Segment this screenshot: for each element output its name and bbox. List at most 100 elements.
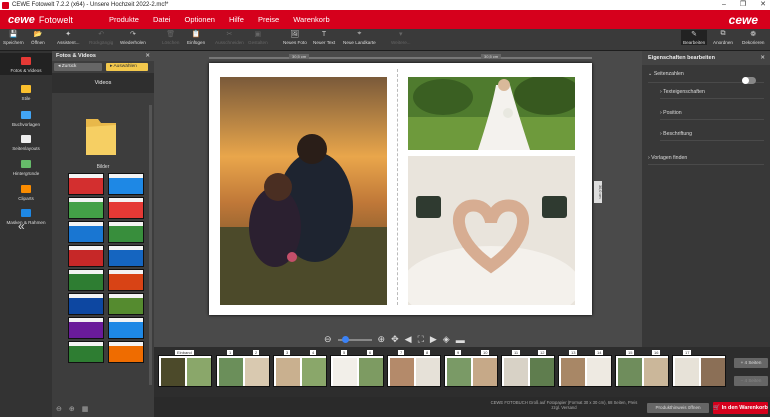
rail-hintergründe[interactable]: Hintergründe: [0, 156, 52, 178]
video-thumbnail[interactable]: [68, 221, 104, 243]
toolbar-design-button[interactable]: ▣ Gestalten: [248, 30, 268, 45]
toolbar-label: Rückgängig: [89, 40, 114, 45]
toolbar-redo-button[interactable]: ↷ Wiederholen: [120, 30, 146, 45]
rail-cliparts[interactable]: Cliparts: [0, 181, 52, 203]
close-icon[interactable]: ✕: [145, 51, 150, 61]
section-seitenzahlen[interactable]: ⌄ Seitenzahlen: [648, 71, 764, 84]
zoom-slider-knob[interactable]: [341, 335, 349, 343]
toolbar-save-button[interactable]: 💾 Speichern: [3, 30, 24, 45]
rail-stile[interactable]: Stile: [0, 81, 52, 103]
page-thumb[interactable]: 15 16: [615, 350, 669, 387]
toolbar-photo-button[interactable]: 🖼 Neues Foto: [283, 30, 307, 45]
page-thumb[interactable]: 11 12: [501, 350, 555, 387]
page-thumb-cover[interactable]: Einband: [158, 350, 212, 387]
video-thumbnail[interactable]: [108, 197, 144, 219]
menu-preise[interactable]: Preise: [258, 15, 279, 24]
rail-fotos-videos[interactable]: Fotos & Videos: [0, 53, 52, 75]
video-thumbnail[interactable]: [108, 293, 144, 315]
toolbar-edit-button[interactable]: ✎ Bearbeiten: [681, 30, 708, 45]
panel-scrollbar[interactable]: [149, 105, 152, 385]
video-thumbnail[interactable]: [68, 269, 104, 291]
page-number: 3: [284, 350, 291, 355]
add-to-cart-button[interactable]: 🛒 In den Warenkorb: [713, 402, 768, 414]
toolbar-cut-button[interactable]: ✂ Ausschneiden: [215, 30, 244, 45]
toolbar-delete-button[interactable]: 🗑 Löschen: [162, 30, 179, 45]
video-thumbnail[interactable]: [68, 317, 104, 339]
video-thumbnail[interactable]: [68, 245, 104, 267]
preview-icon[interactable]: ◈: [443, 334, 450, 345]
prev-page-icon[interactable]: ◀: [405, 334, 412, 345]
toolbar-map-button[interactable]: ⌖ Neue Landkarte: [343, 30, 376, 45]
page-number: 4: [310, 350, 317, 355]
view-grid-icon[interactable]: ▦: [82, 405, 89, 413]
add-pages-button[interactable]: + 4 Seiten: [734, 358, 768, 368]
toolbar-decorate-button[interactable]: ❁ Dekorieren: [740, 30, 766, 45]
couple-sunset-photo[interactable]: [220, 77, 387, 305]
heart-hands-photo[interactable]: [408, 156, 575, 305]
page-thumb[interactable]: 17: [672, 350, 726, 387]
video-thumbnail[interactable]: [108, 341, 144, 363]
video-thumbnail[interactable]: [108, 221, 144, 243]
remove-pages-button[interactable]: − 4 Seiten: [734, 376, 768, 386]
toolbar-wand-button[interactable]: ✦ Assistent...: [57, 30, 79, 45]
video-thumbnail[interactable]: [68, 197, 104, 219]
page-thumb[interactable]: 12: [216, 350, 270, 387]
page-thumb[interactable]: 13 14: [558, 350, 612, 387]
toolbar-more-button[interactable]: ▾ Weitere...: [391, 30, 411, 45]
zoom-in-icon[interactable]: ⊕: [69, 405, 75, 413]
menu-hilfe[interactable]: Hilfe: [229, 15, 244, 24]
back-button[interactable]: ◂ Zurück: [54, 63, 102, 71]
collapse-rail-icon[interactable]: «: [18, 219, 25, 233]
page-thumb[interactable]: 78: [387, 350, 441, 387]
close-icon[interactable]: ✕: [760, 51, 765, 65]
page-thumb[interactable]: 9 10: [444, 350, 498, 387]
page-number: 5: [341, 350, 348, 355]
video-thumbnail[interactable]: [68, 341, 104, 363]
tab-videos[interactable]: Videos: [52, 73, 154, 93]
bride-garden-photo[interactable]: [408, 77, 575, 150]
row-texteigenschaften[interactable]: › Texteigenschaften: [660, 85, 764, 99]
video-thumbnail[interactable]: [108, 317, 144, 339]
video-thumbnail[interactable]: [68, 293, 104, 315]
video-thumbnail[interactable]: [108, 173, 144, 195]
toolbar-open-button[interactable]: 📂 Öffnen: [31, 30, 45, 45]
maximize-button[interactable]: ❐: [740, 0, 746, 10]
seitenzahlen-toggle[interactable]: [742, 77, 756, 84]
book-spread[interactable]: [209, 63, 592, 315]
toolbar-undo-button[interactable]: ↶ Rückgängig: [89, 30, 113, 45]
toolbar-text-button[interactable]: T Neuer Text: [313, 30, 335, 46]
menu-optionen[interactable]: Optionen: [184, 15, 214, 24]
video-thumbnail[interactable]: [108, 245, 144, 267]
menu-warenkorb[interactable]: Warenkorb: [293, 15, 329, 24]
hand-icon[interactable]: ✥: [391, 334, 399, 345]
menu-produkte[interactable]: Produkte: [109, 15, 139, 24]
page-thumb[interactable]: 56: [330, 350, 384, 387]
next-page-icon[interactable]: ▶: [430, 334, 437, 345]
zoom-out-button[interactable]: ⊖: [324, 334, 332, 345]
zoom-in-button[interactable]: ⊕: [378, 334, 386, 345]
toolbar-arrange-button[interactable]: ⧉ Anordnen: [711, 30, 735, 45]
close-button[interactable]: ✕: [760, 0, 766, 10]
product-notice-button[interactable]: Produkthinweis öffnen: [647, 403, 709, 413]
page-thumb[interactable]: 34: [273, 350, 327, 387]
rail-masken-rahmen[interactable]: Masken & Rahmen: [0, 205, 52, 227]
menu-datei[interactable]: Datei: [153, 15, 171, 24]
video-thumbnail[interactable]: [108, 269, 144, 291]
panel-header: Fotos & Videos ✕: [52, 51, 154, 61]
layout-toggle-icon[interactable]: ▬: [456, 335, 465, 345]
folder-icon[interactable]: [84, 113, 118, 157]
row-beschriftung[interactable]: › Beschriftung: [660, 127, 764, 141]
rail-label: Hintergründe: [12, 171, 40, 176]
toolbar-label: Ausschneiden: [215, 40, 244, 45]
video-thumbnail[interactable]: [68, 173, 104, 195]
select-button[interactable]: ▸ Auswählen: [106, 63, 148, 71]
toolbar-paste-button[interactable]: 📋 Einfügen: [187, 30, 205, 45]
zoom-out-icon[interactable]: ⊖: [56, 405, 62, 413]
zoom-slider[interactable]: [337, 335, 372, 343]
rail-buchvorlagen[interactable]: Buchvorlagen: [0, 107, 52, 129]
fit-icon[interactable]: ⛶: [418, 334, 424, 345]
section-vorlagen[interactable]: › Vorlagen finden: [648, 151, 764, 165]
row-position[interactable]: › Position: [660, 106, 764, 120]
rail-seitenlayouts[interactable]: Seitenlayouts: [0, 131, 52, 153]
minimize-button[interactable]: –: [722, 0, 726, 10]
